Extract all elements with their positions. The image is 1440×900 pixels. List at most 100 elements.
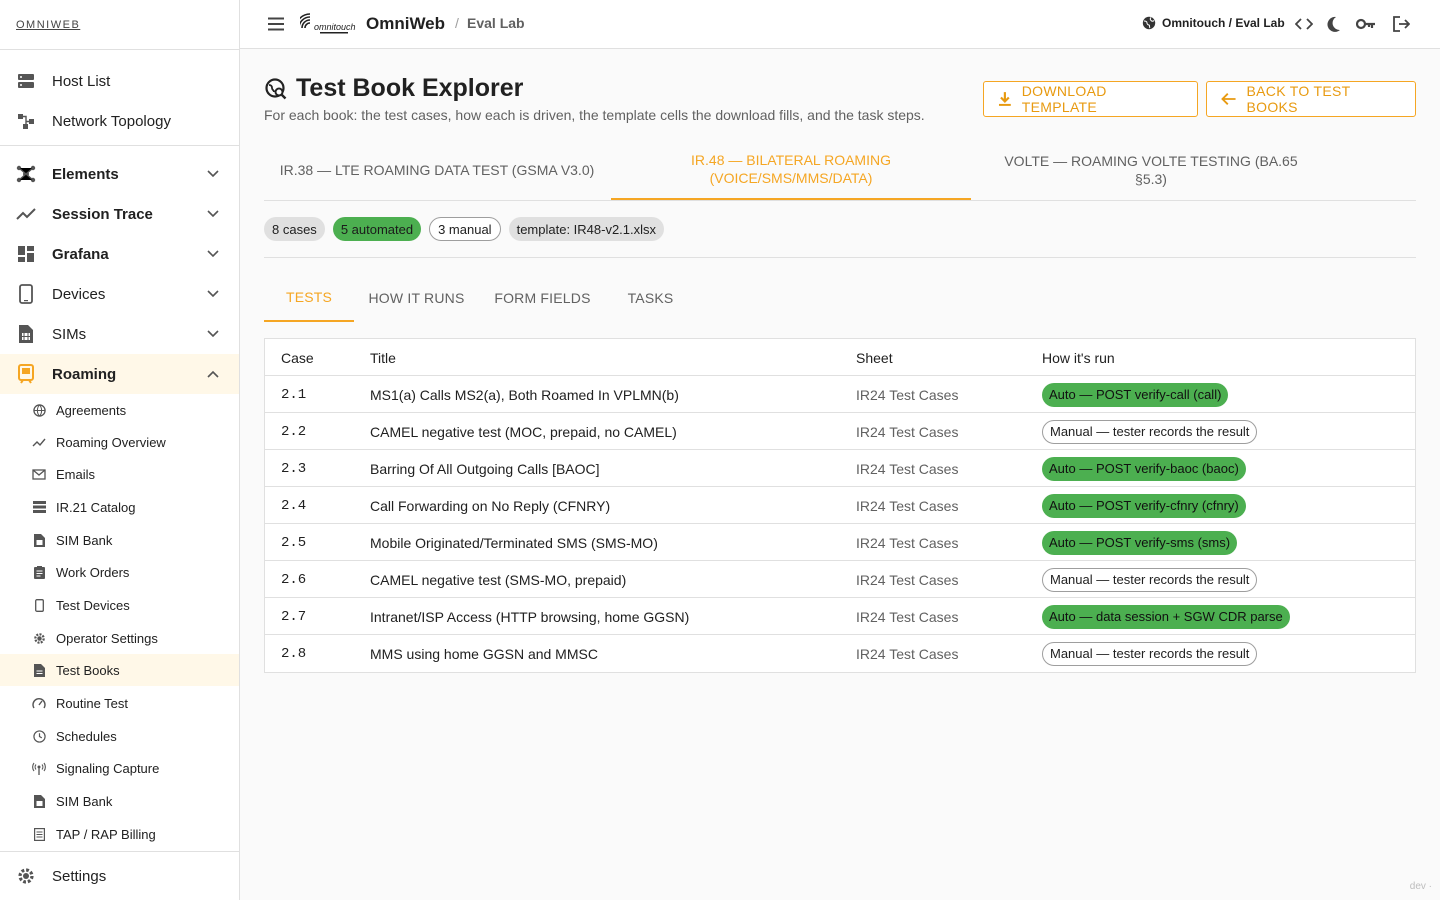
sidebar-item-tap-rap-billing[interactable]: TAP / RAP Billing: [0, 818, 239, 850]
auto-run-badge: Auto — data session + SGW CDR parse: [1042, 604, 1290, 629]
case-cell: 2.6: [281, 571, 307, 588]
table-row[interactable]: 2.4 Call Forwarding on No Reply (CFNRY) IR…: [265, 487, 1415, 524]
tab-volte[interactable]: VOLTE — ROAMING VOLTE TESTING (BA.65 §5.…: [971, 140, 1331, 200]
dark-mode-icon[interactable]: [1323, 14, 1343, 34]
chevron-up-icon: [207, 368, 219, 380]
column-header-case[interactable]: Case: [281, 339, 314, 376]
sidebar-item-network-topology[interactable]: Network Topology: [0, 101, 239, 141]
title-cell: Intranet/ISP Access (HTTP browsing, home…: [370, 608, 690, 625]
clipboard-icon: [32, 565, 46, 579]
sidebar-item-agreements[interactable]: Agreements: [0, 394, 239, 426]
sidebar-item-emails[interactable]: Emails: [0, 458, 239, 490]
column-header-how-its-run[interactable]: How it's run: [1042, 339, 1115, 376]
download-template-button[interactable]: DOWNLOAD TEMPLATE: [983, 81, 1198, 117]
sidebar-group-devices[interactable]: Devices: [0, 274, 239, 314]
sidebar-group-grafana[interactable]: Grafana: [0, 234, 239, 274]
tab-ir48[interactable]: IR.48 — BILATERAL ROAMING (VOICE/SMS/MMS…: [611, 140, 971, 200]
table-row[interactable]: 2.6 CAMEL negative test (SMS-MO, prepaid)…: [265, 561, 1415, 598]
breadcrumb-separator: /: [455, 15, 459, 31]
case-cell: 2.3: [281, 460, 307, 477]
code-icon[interactable]: [1294, 14, 1314, 34]
chevron-down-icon: [207, 168, 219, 180]
sim-icon: [32, 533, 46, 547]
column-header-sheet[interactable]: Sheet: [856, 339, 893, 376]
sidebar-item-ir21-catalog[interactable]: IR.21 Catalog: [0, 491, 239, 523]
antenna-icon: [32, 761, 46, 775]
travel-explore-icon: [265, 77, 287, 99]
tab-label: TESTS: [285, 289, 333, 305]
sidebar-group-label: Roaming: [52, 365, 117, 383]
sidebar-group-label: Session Trace: [52, 205, 153, 223]
trend-icon: [16, 204, 36, 224]
breadcrumb[interactable]: Eval Lab: [467, 15, 525, 31]
sidebar-item-schedules[interactable]: Schedules: [0, 720, 239, 752]
how-run-cell: Auto — POST verify-cfnry (cfnry): [1042, 487, 1246, 524]
download-icon: [998, 92, 1011, 106]
auto-run-badge: Auto — POST verify-baoc (baoc): [1042, 456, 1246, 481]
globe-icon: [1142, 16, 1156, 30]
brand-link[interactable]: OMNIWEB: [16, 19, 80, 31]
tenant-selector[interactable]: Omnitouch / Eval Lab: [1142, 16, 1285, 30]
manual-count-chip: 3 manual: [429, 217, 501, 241]
template-chip: template: IR48-v2.1.xlsx: [508, 217, 665, 241]
sidebar-brand[interactable]: OMNIWEB: [0, 0, 239, 50]
sidebar-divider: [0, 851, 239, 852]
sidebar-item-work-orders[interactable]: Work Orders: [0, 556, 239, 588]
sidebar-item-host-list[interactable]: Host List: [0, 61, 239, 101]
table-body: 2.1 MS1(a) Calls MS2(a), Both Roamed In V…: [265, 376, 1415, 672]
sim-icon: [32, 794, 46, 808]
tab-ir38[interactable]: IR.38 — LTE ROAMING DATA TEST (GSMA V3.0…: [264, 140, 610, 200]
auto-run-badge: Auto — POST verify-cfnry (cfnry): [1042, 493, 1246, 518]
table-row[interactable]: 2.2 CAMEL negative test (MOC, prepaid, no…: [265, 413, 1415, 450]
case-cell: 2.2: [281, 423, 307, 440]
sidebar-item-label: Schedules: [56, 728, 117, 744]
sidebar-group-session-trace[interactable]: Session Trace: [0, 194, 239, 234]
automated-count-chip: 5 automated: [332, 217, 422, 241]
case-cell: 2.8: [281, 645, 307, 662]
sidebar-group-roaming[interactable]: Roaming: [0, 354, 239, 394]
sidebar-item-operator-settings[interactable]: Operator Settings: [0, 622, 239, 654]
gear-icon: [32, 631, 46, 645]
sidebar-divider: [0, 145, 239, 146]
sidebar-item-test-books[interactable]: Test Books: [0, 654, 239, 686]
column-header-title[interactable]: Title: [370, 339, 396, 376]
table-row[interactable]: 2.7 Intranet/ISP Access (HTTP browsing, h…: [265, 598, 1415, 635]
tab-tasks[interactable]: TASKS: [606, 274, 695, 322]
sidebar-item-roaming-overview[interactable]: Roaming Overview: [0, 426, 239, 458]
sidebar-item-settings[interactable]: Settings: [0, 856, 239, 896]
app-title[interactable]: OmniWeb: [366, 14, 445, 34]
key-icon[interactable]: [1356, 14, 1376, 34]
table-row[interactable]: 2.5 Mobile Originated/Terminated SMS (SMS…: [265, 524, 1415, 561]
sidebar-item-sim-bank-2[interactable]: SIM Bank: [0, 785, 239, 817]
tab-how-it-runs[interactable]: HOW IT RUNS: [354, 274, 479, 322]
tab-tests[interactable]: TESTS: [264, 274, 354, 322]
sheet-cell: IR24 Test Cases: [856, 645, 959, 662]
sidebar-group-label: Grafana: [52, 245, 109, 263]
sidebar-item-sim-bank[interactable]: SIM Bank: [0, 524, 239, 556]
arrow-back-icon: [1221, 93, 1236, 105]
sidebar-item-signaling-capture[interactable]: Signaling Capture: [0, 752, 239, 784]
sidebar-item-test-devices[interactable]: Test Devices: [0, 589, 239, 621]
book-summary-chips: 8 cases 5 automated 3 manual template: I…: [264, 217, 665, 241]
table-row[interactable]: 2.8 MMS using home GGSN and MMSC IR24 Test…: [265, 635, 1415, 672]
auto-run-badge: Auto — POST verify-sms (sms): [1042, 530, 1238, 555]
table-row[interactable]: 2.1 MS1(a) Calls MS2(a), Both Roamed In V…: [265, 376, 1415, 413]
speed-icon: [32, 696, 46, 710]
sheet-cell: IR24 Test Cases: [856, 423, 959, 440]
back-to-test-books-button[interactable]: BACK TO TEST BOOKS: [1206, 81, 1416, 117]
sidebar-item-label: Host List: [52, 72, 111, 90]
menu-icon[interactable]: [266, 14, 286, 34]
sidebar-item-label: Operator Settings: [56, 630, 158, 646]
sidebar-group-sims[interactable]: SIMs: [0, 314, 239, 354]
phone-icon: [16, 284, 36, 304]
sidebar-group-label: SIMs: [52, 325, 87, 343]
table-row[interactable]: 2.3 Barring Of All Outgoing Calls [BAOC] I…: [265, 450, 1415, 487]
sidebar-group-elements[interactable]: Elements: [0, 154, 239, 194]
sidebar-item-routine-test[interactable]: Routine Test: [0, 687, 239, 719]
title-cell: MS1(a) Calls MS2(a), Both Roamed In VPLM…: [370, 386, 679, 403]
title-cell: CAMEL negative test (SMS-MO, prepaid): [370, 571, 627, 588]
logout-icon[interactable]: [1391, 14, 1411, 34]
hub-icon: [16, 164, 36, 184]
case-cell: 2.7: [281, 608, 307, 625]
tab-form-fields[interactable]: FORM FIELDS: [479, 274, 606, 322]
